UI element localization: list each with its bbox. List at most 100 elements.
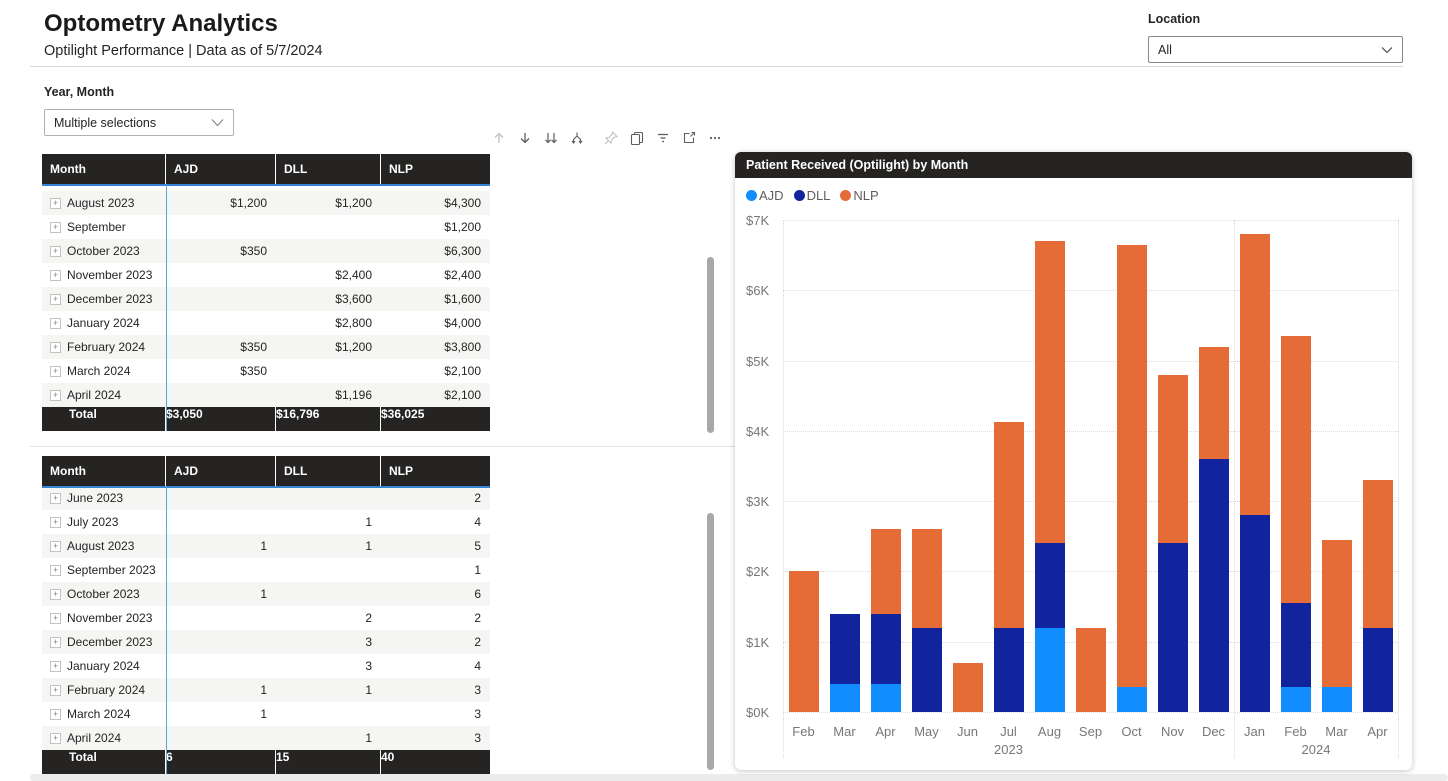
expand-row-icon[interactable]: + [50, 493, 61, 504]
expand-row-icon[interactable]: + [50, 517, 61, 528]
legend-item-dll[interactable]: DLL [794, 188, 831, 203]
table-row[interactable]: +April 2024$1,196$2,100 [42, 383, 490, 407]
table-row[interactable]: +October 2023$350$6,300 [42, 239, 490, 263]
table-row[interactable]: +October 202316 [42, 582, 490, 606]
table-row[interactable]: +February 2024$350$1,200$3,800 [42, 335, 490, 359]
table-row[interactable]: +January 202434 [42, 654, 490, 678]
patients-table-scrollbar[interactable] [707, 513, 714, 770]
legend-item-ajd[interactable]: AJD [746, 188, 784, 203]
bar-segment-nlp[interactable] [1158, 375, 1188, 544]
bar-segment-dll[interactable] [1363, 628, 1393, 712]
table-row[interactable]: +September$1,200 [42, 215, 490, 239]
expand-row-icon[interactable]: + [50, 390, 61, 401]
column-header[interactable]: DLL [276, 154, 381, 184]
expand-row-icon[interactable]: + [50, 541, 61, 552]
bar-segment-dll[interactable] [1199, 459, 1229, 712]
value-cell: 2 [381, 486, 490, 510]
bar-segment-nlp[interactable] [994, 422, 1024, 628]
table-row[interactable]: +November 202322 [42, 606, 490, 630]
table-row[interactable]: +April 202413 [42, 726, 490, 750]
expand-row-icon[interactable]: + [50, 709, 61, 720]
table-row[interactable]: +December 202332 [42, 630, 490, 654]
bar-segment-nlp[interactable] [1281, 336, 1311, 603]
filter-icon[interactable] [654, 129, 671, 146]
bar-segment-nlp[interactable] [1240, 234, 1270, 515]
copy-icon[interactable] [628, 129, 645, 146]
bar-segment-nlp[interactable] [1322, 540, 1352, 688]
expand-row-icon[interactable]: + [50, 685, 61, 696]
bar-segment-nlp[interactable] [1117, 245, 1147, 688]
table-row[interactable]: +August 2023$1,200$1,200$4,300 [42, 191, 490, 215]
bar-segment-dll[interactable] [871, 614, 901, 684]
revenue-table-scrollbar[interactable] [707, 257, 714, 433]
bar-segment-dll[interactable] [1035, 543, 1065, 627]
value-cell: $16,796 [276, 407, 381, 431]
location-dropdown[interactable]: All [1148, 36, 1403, 63]
bar-segment-dll[interactable] [1281, 603, 1311, 687]
year-month-dropdown[interactable]: Multiple selections [44, 109, 234, 136]
bar-segment-nlp[interactable] [871, 529, 901, 613]
table-row[interactable]: +September 20231 [42, 558, 490, 582]
expand-row-icon[interactable]: + [50, 222, 61, 233]
bar-segment-nlp[interactable] [1363, 480, 1393, 628]
expand-row-icon[interactable]: + [50, 318, 61, 329]
expand-row-icon[interactable]: + [50, 270, 61, 281]
expand-row-icon[interactable]: + [50, 733, 61, 744]
pin-icon[interactable] [602, 129, 619, 146]
table-row[interactable]: +November 2023$2,400$2,400 [42, 263, 490, 287]
bar-segment-ajd[interactable] [1281, 687, 1311, 712]
bar-segment-ajd[interactable] [1035, 628, 1065, 712]
expand-row-icon[interactable]: + [50, 198, 61, 209]
bar-segment-nlp[interactable] [1076, 628, 1106, 712]
column-header[interactable]: NLP [381, 154, 490, 184]
horizontal-scrollbar[interactable] [30, 774, 1448, 781]
expand-row-icon[interactable]: + [50, 246, 61, 257]
legend-item-nlp[interactable]: NLP [840, 188, 878, 203]
expand-row-icon[interactable]: + [50, 294, 61, 305]
table-row[interactable]: +July 202314 [42, 510, 490, 534]
table-row[interactable]: +August 2023115 [42, 534, 490, 558]
bar-segment-nlp[interactable] [789, 571, 819, 712]
table-row[interactable]: +March 2024$350$2,100 [42, 359, 490, 383]
bar-segment-nlp[interactable] [1199, 347, 1229, 459]
bar-segment-ajd[interactable] [830, 684, 860, 712]
table-row[interactable]: +January 2024$2,800$4,000 [42, 311, 490, 335]
drill-up-icon[interactable] [490, 129, 507, 146]
bar-segment-nlp[interactable] [953, 663, 983, 712]
expand-row-icon[interactable]: + [50, 637, 61, 648]
bar-segment-dll[interactable] [830, 614, 860, 684]
expand-row-icon[interactable]: + [50, 565, 61, 576]
bar-segment-dll[interactable] [994, 628, 1024, 712]
more-options-icon[interactable] [706, 129, 723, 146]
expand-row-icon[interactable]: + [50, 366, 61, 377]
bar-segment-ajd[interactable] [871, 684, 901, 712]
bar-segment-ajd[interactable] [1117, 687, 1147, 712]
bar-segment-ajd[interactable] [1322, 687, 1352, 712]
table-row[interactable]: +June 20232 [42, 486, 490, 510]
column-header[interactable]: DLL [276, 456, 381, 486]
value-cell: 40 [381, 750, 490, 774]
column-header[interactable]: AJD [166, 456, 276, 486]
table-row[interactable]: +March 202413 [42, 702, 490, 726]
expand-all-levels-icon[interactable] [568, 129, 585, 146]
column-header[interactable]: Month [42, 154, 166, 184]
table-row[interactable]: +February 2024113 [42, 678, 490, 702]
column-header[interactable]: Month [42, 456, 166, 486]
focus-mode-icon[interactable] [680, 129, 697, 146]
column-header[interactable]: AJD [166, 154, 276, 184]
value-cell [276, 359, 381, 383]
bar-segment-dll[interactable] [1158, 543, 1188, 712]
table-row[interactable]: +December 2023$3,600$1,600 [42, 287, 490, 311]
bar-segment-nlp[interactable] [912, 529, 942, 627]
expand-row-icon[interactable]: + [50, 613, 61, 624]
bar-segment-dll[interactable] [1240, 515, 1270, 712]
column-header[interactable]: NLP [381, 456, 490, 486]
bar-segment-nlp[interactable] [1035, 241, 1065, 543]
expand-row-icon[interactable]: + [50, 342, 61, 353]
x-axis-label: Oct [1111, 724, 1152, 739]
drill-down-icon[interactable] [516, 129, 533, 146]
expand-row-icon[interactable]: + [50, 589, 61, 600]
expand-row-icon[interactable]: + [50, 661, 61, 672]
expand-next-level-icon[interactable] [542, 129, 559, 146]
bar-segment-dll[interactable] [912, 628, 942, 712]
